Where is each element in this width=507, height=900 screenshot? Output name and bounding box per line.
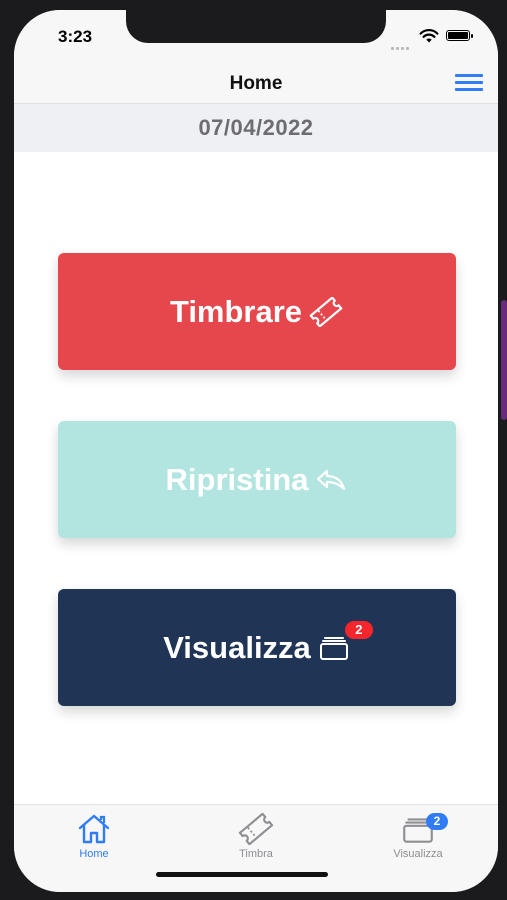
device-notch [126, 10, 386, 43]
visualizza-label: Visualizza [163, 629, 311, 665]
date-bar: 07/04/2022 [14, 104, 498, 152]
timbrare-label: Timbrare [169, 293, 303, 329]
navigation-bar: Home [14, 62, 498, 104]
home-indicator[interactable] [156, 872, 328, 877]
ripristina-label: Ripristina [165, 461, 309, 497]
hamburger-menu-icon[interactable] [455, 74, 483, 94]
ticket-icon [238, 813, 274, 845]
status-time: 3:23 [58, 27, 93, 46]
cards-icon: 2 [317, 620, 373, 661]
tab-visualizza-label: Visualizza [393, 848, 443, 860]
ripristina-button[interactable]: Ripristina [58, 421, 456, 538]
tab-bar: Home Timbra 2 Visualizza [14, 804, 498, 892]
cellular-signal-icon [391, 37, 411, 50]
undo-arrow-icon [314, 467, 348, 493]
battery-icon [446, 30, 473, 41]
tab-timbra-label: Timbra [239, 848, 273, 860]
page-title: Home [229, 73, 283, 94]
current-date: 07/04/2022 [198, 115, 314, 140]
ticket-icon [308, 296, 344, 327]
app-screen: 3:23 Home 07/04/2022 Timbrare Ripristina… [14, 10, 498, 892]
timbrare-button[interactable]: Timbrare [58, 253, 456, 370]
home-icon [78, 814, 110, 844]
tab-home[interactable]: Home [34, 811, 154, 860]
visualizza-badge: 2 [344, 620, 373, 639]
tab-visualizza[interactable]: 2 Visualizza [358, 811, 478, 860]
tab-home-label: Home [79, 848, 109, 860]
wifi-icon [419, 28, 439, 44]
tab-visualizza-badge: 2 [426, 813, 448, 830]
tab-timbra[interactable]: Timbra [196, 811, 316, 860]
visualizza-button[interactable]: Visualizza 2 [58, 589, 456, 706]
